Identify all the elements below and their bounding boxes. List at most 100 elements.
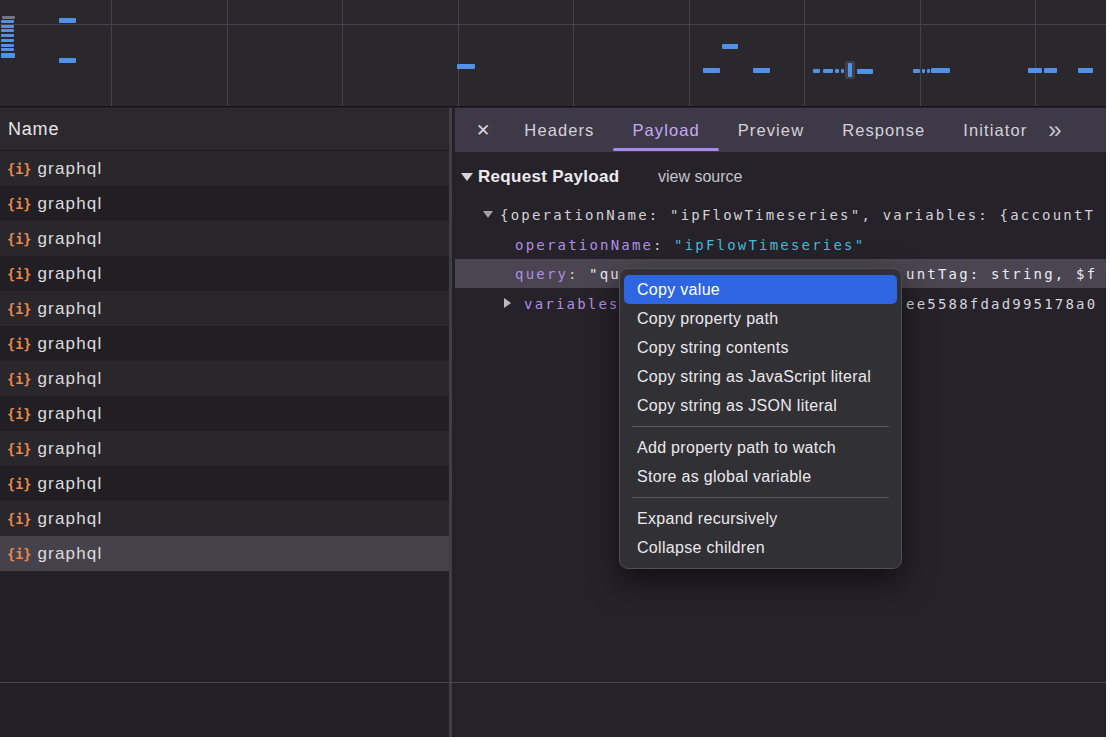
request-name: graphql xyxy=(37,544,102,564)
json-request-icon: {i} xyxy=(7,476,31,492)
tab-preview[interactable]: Preview xyxy=(719,108,823,152)
request-row[interactable]: {i}graphql xyxy=(0,291,449,326)
json-request-icon: {i} xyxy=(7,336,31,352)
requests-table: Name {i} graphql {i} graphql {i} graphql {i} gr… xyxy=(0,108,452,737)
request-name: graphql xyxy=(37,439,102,459)
selected-request-marker-bar xyxy=(848,63,852,77)
column-header-name[interactable]: Name xyxy=(0,108,449,151)
property-value-fragment-right: ee5588fdad995178a0 xyxy=(906,296,1097,312)
property-value-fragment-left: "qu xyxy=(589,266,621,282)
overview-horizontal-gridline xyxy=(0,24,1106,25)
request-bar xyxy=(813,69,820,73)
expanded-triangle-icon[interactable] xyxy=(483,211,493,218)
request-bar xyxy=(913,69,920,73)
overview-vertical-gridline xyxy=(111,0,112,106)
tree-row-preview[interactable]: {operationName: "ipFlowTimeseries", vari… xyxy=(455,200,1106,229)
request-bar xyxy=(1,53,15,58)
object-preview-text: {operationName: "ipFlowTimeseries", vari… xyxy=(500,207,1095,223)
more-tabs-button[interactable]: » xyxy=(1048,116,1062,144)
request-bar-gray xyxy=(2,16,15,19)
property-value: "ipFlowTimeseries" xyxy=(674,237,865,253)
json-request-icon: {i} xyxy=(7,266,31,282)
section-collapse-triangle-icon[interactable] xyxy=(461,173,473,181)
footer-separator xyxy=(0,682,1106,683)
json-request-icon: {i} xyxy=(7,546,31,562)
json-request-icon: {i} xyxy=(7,406,31,422)
context-menu-item[interactable]: Add property path to watch xyxy=(620,433,901,462)
json-request-icon: {i} xyxy=(7,441,31,457)
property-value-fragment-right: untTag: string, $f xyxy=(906,266,1097,282)
request-row[interactable]: {i}graphql xyxy=(0,186,449,221)
request-row[interactable]: {i} graphql xyxy=(0,431,449,466)
request-row[interactable]: {i} graphql xyxy=(0,396,449,431)
request-row[interactable]: {i} graphql xyxy=(0,361,449,396)
collapsed-triangle-icon[interactable] xyxy=(504,298,511,308)
request-bar xyxy=(931,68,950,73)
details-tabbar: ✕ HeadersPayloadPreviewResponseInitiator… xyxy=(455,108,1106,152)
request-name: graphql xyxy=(37,369,102,389)
tab-payload[interactable]: Payload xyxy=(613,108,718,152)
request-bar xyxy=(1028,68,1042,73)
request-bar xyxy=(59,18,76,23)
request-name: graphql xyxy=(37,404,102,424)
request-bar xyxy=(1,29,14,32)
request-row[interactable]: {i} graphql xyxy=(0,501,449,536)
request-bar xyxy=(857,69,873,74)
request-row[interactable]: {i} graphql xyxy=(0,466,449,501)
request-row[interactable]: {i} graphql xyxy=(0,151,449,186)
context-menu-separator xyxy=(632,426,889,427)
request-bar xyxy=(835,69,839,73)
tab-response[interactable]: Response xyxy=(823,108,944,152)
request-name: graphql xyxy=(37,334,102,354)
request-bar xyxy=(1,34,14,37)
json-request-icon: {i} xyxy=(7,511,31,527)
request-bar xyxy=(457,64,475,69)
request-name: graphql xyxy=(37,509,102,529)
request-bar xyxy=(1,48,14,51)
context-menu-item[interactable]: Copy string as JavaScript literal xyxy=(620,362,901,391)
request-row[interactable]: {i}graphql xyxy=(0,221,449,256)
overview-vertical-gridline xyxy=(227,0,228,106)
request-bar xyxy=(59,58,76,63)
context-menu-item[interactable]: Copy string as JSON literal xyxy=(620,391,901,420)
request-bar xyxy=(922,69,925,73)
request-name: graphql xyxy=(37,474,102,494)
json-request-icon: {i} xyxy=(7,161,31,177)
devtools-network-panel: Name {i} graphql {i} graphql {i} graphql {i} gr… xyxy=(0,0,1106,737)
request-bar xyxy=(1,39,14,42)
colon: : xyxy=(568,266,589,282)
context-menu-item[interactable]: Copy value xyxy=(624,275,897,304)
overview-vertical-gridline xyxy=(342,0,343,106)
request-row[interactable]: {i} graphql xyxy=(0,326,449,361)
json-request-icon: {i} xyxy=(7,231,31,247)
context-menu-separator xyxy=(632,497,889,498)
request-bar xyxy=(1,25,14,28)
context-menu-item[interactable]: Copy property path xyxy=(620,304,901,333)
request-payload-section-header[interactable]: Request Payload view source xyxy=(455,161,1106,193)
context-menu-item[interactable]: Collapse children xyxy=(620,533,901,562)
json-request-icon: {i} xyxy=(7,301,31,317)
request-row[interactable]: {i} graphql xyxy=(0,536,449,571)
tab-headers[interactable]: Headers xyxy=(505,108,613,152)
property-key: variables xyxy=(524,296,620,312)
context-menu-item[interactable]: Store as global variable xyxy=(620,462,901,491)
request-row[interactable]: {i}graphql xyxy=(0,256,449,291)
tree-row-operationname[interactable]: operationName : "ipFlowTimeseries" xyxy=(455,230,1106,259)
property-key: operationName xyxy=(515,237,653,253)
section-title: Request Payload xyxy=(478,167,620,187)
network-overview-timeline[interactable] xyxy=(0,0,1106,107)
request-bar xyxy=(1078,68,1093,73)
close-details-button[interactable]: ✕ xyxy=(476,120,491,141)
request-bar xyxy=(841,69,844,73)
request-bar xyxy=(1,20,14,23)
tab-initiator[interactable]: Initiator xyxy=(944,108,1046,152)
overview-vertical-gridline xyxy=(804,0,805,106)
request-bar xyxy=(1044,68,1057,73)
context-menu-item[interactable]: Expand recursively xyxy=(620,504,901,533)
overview-vertical-gridline xyxy=(573,0,574,106)
view-source-link[interactable]: view source xyxy=(658,168,742,186)
request-bar xyxy=(703,68,720,73)
json-request-icon: {i} xyxy=(7,371,31,387)
request-name: graphql xyxy=(37,159,102,179)
context-menu-item[interactable]: Copy string contents xyxy=(620,333,901,362)
